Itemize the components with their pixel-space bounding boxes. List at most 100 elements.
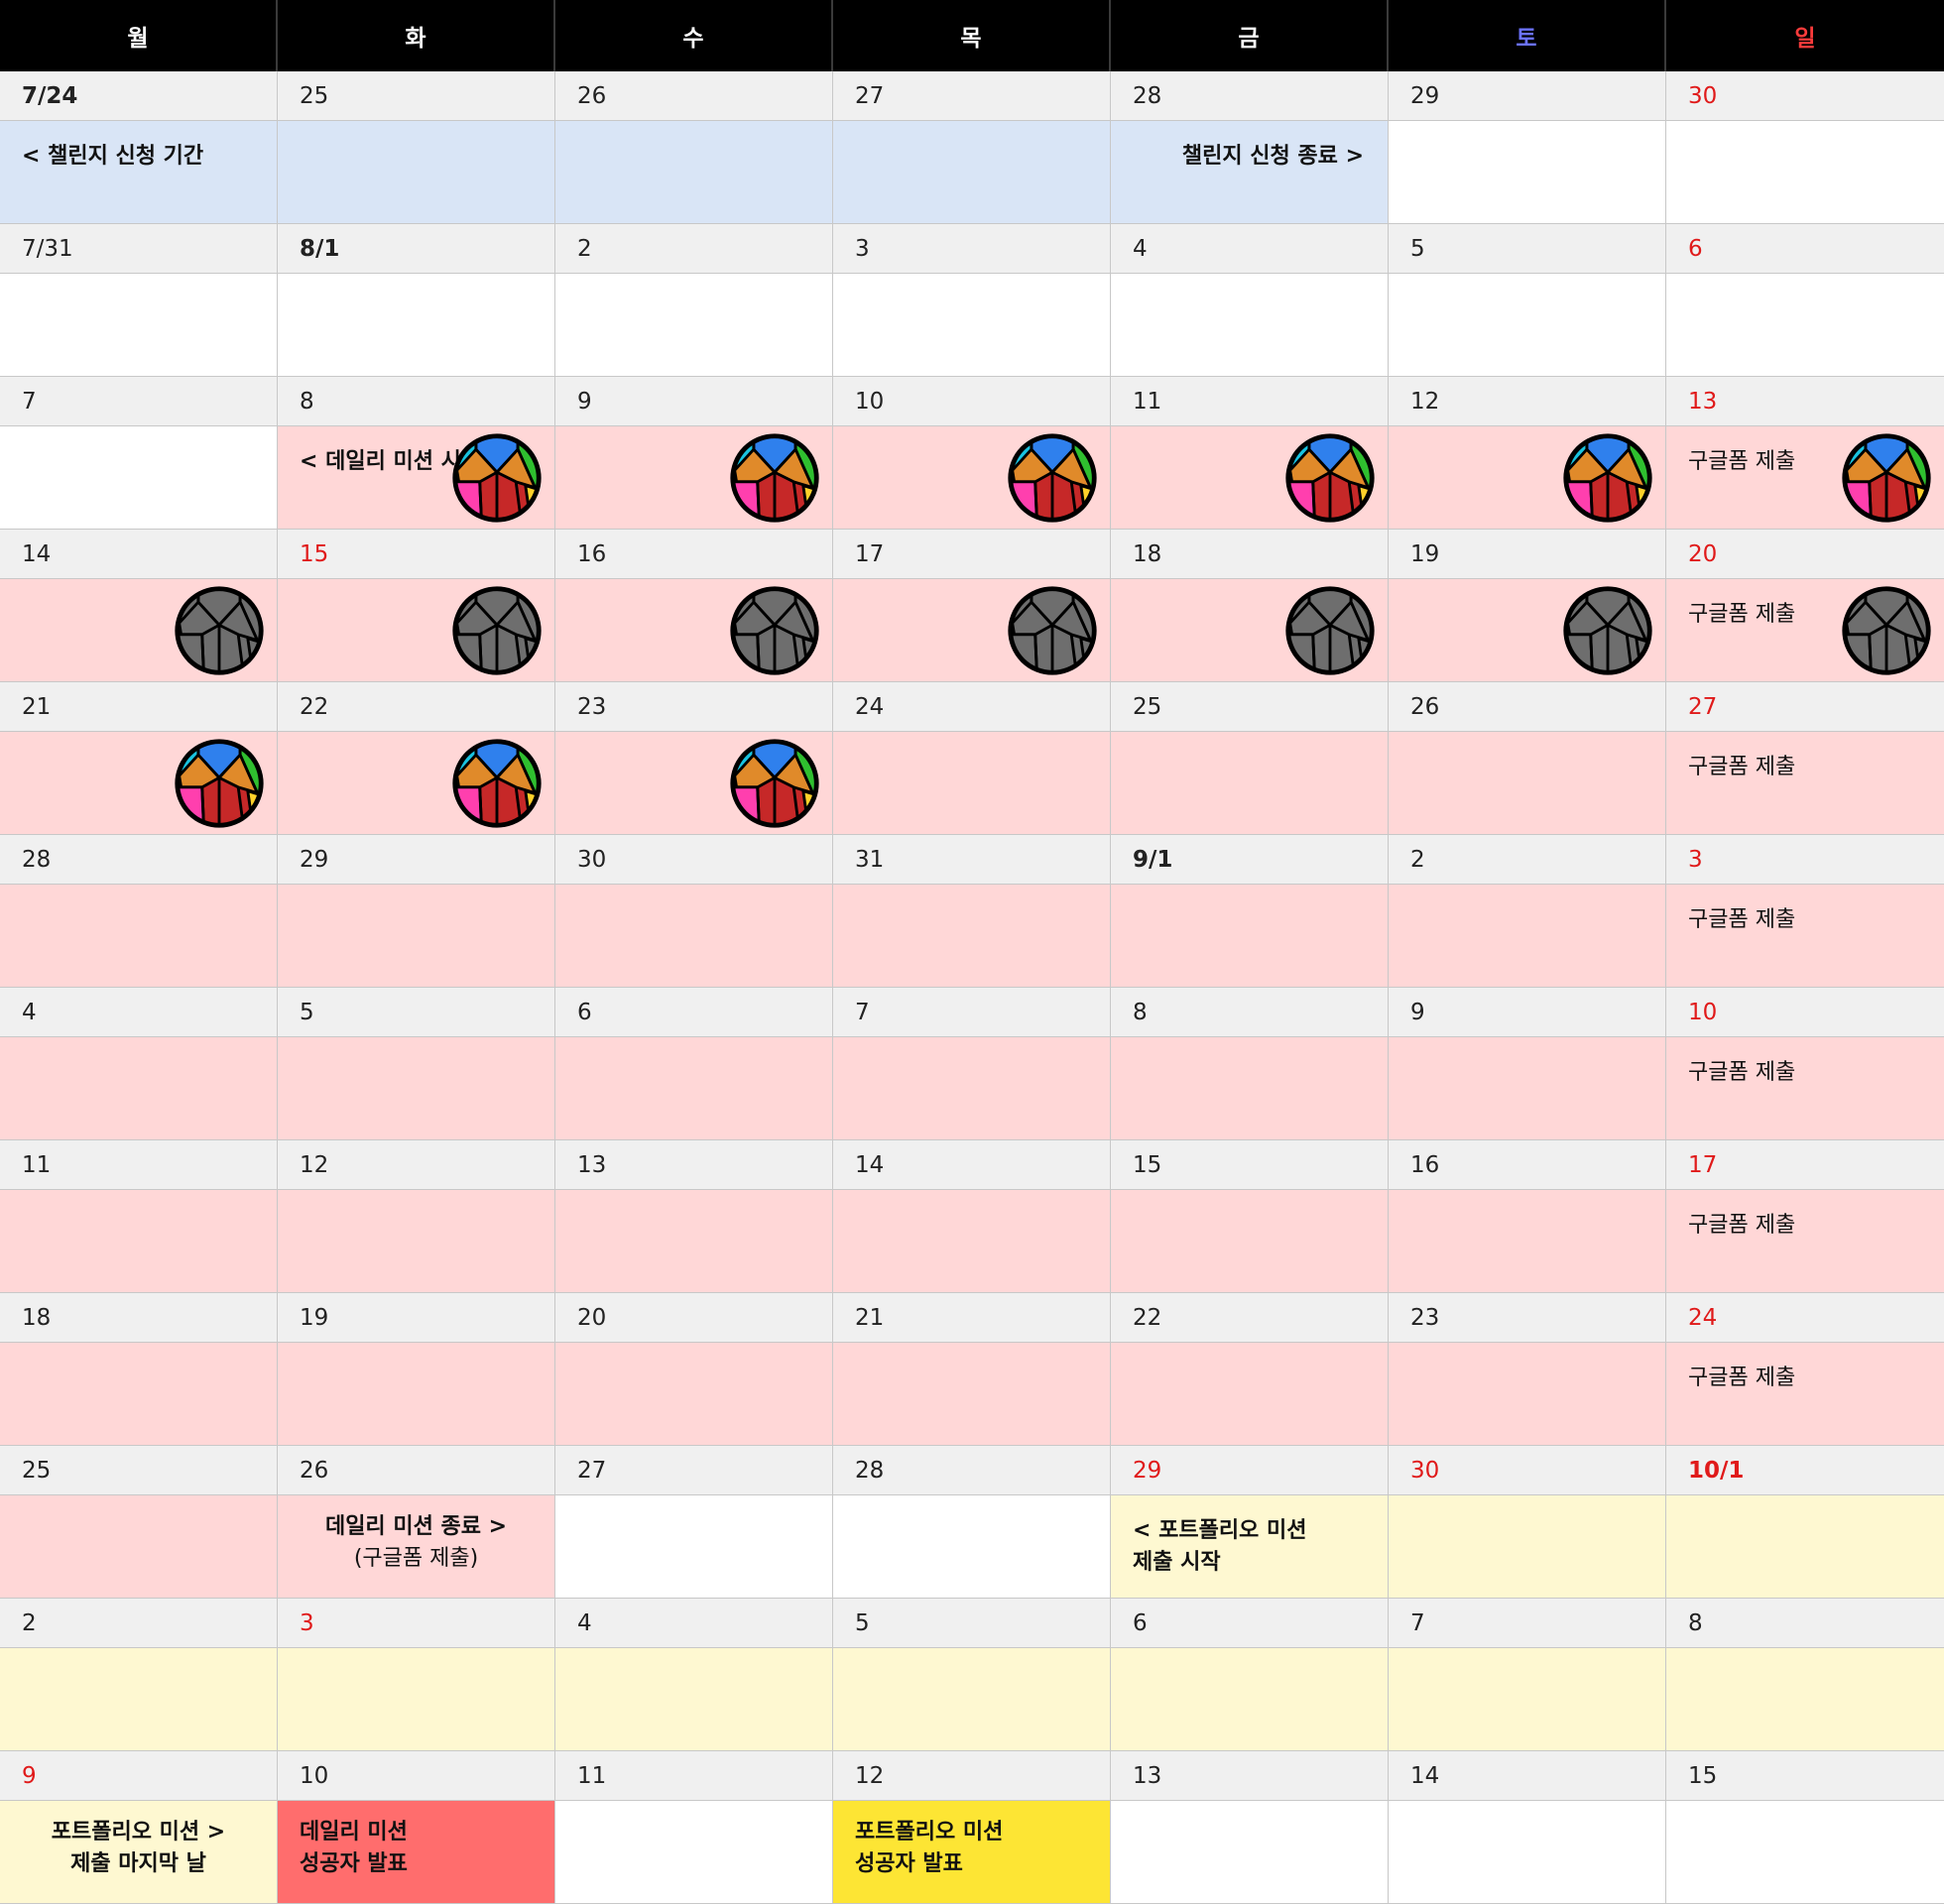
date-cell[interactable]: 2 [555,224,833,273]
date-cell[interactable]: 10 [833,377,1111,425]
date-cell[interactable]: 27 [555,1446,833,1494]
date-cell[interactable]: 5 [1389,224,1666,273]
date-cell[interactable]: 8 [1666,1599,1944,1647]
date-cell[interactable]: 2 [0,1599,278,1647]
date-cell[interactable]: 14 [0,530,278,578]
date-cell[interactable]: 23 [555,682,833,731]
event-cell[interactable] [278,1037,555,1139]
event-cell[interactable] [0,426,278,529]
event-cell[interactable] [555,1343,833,1445]
event-cell[interactable]: 구글폼 제출 [1666,885,1944,987]
event-cell[interactable] [1111,732,1389,834]
event-cell[interactable] [833,1648,1111,1750]
event-cell[interactable] [278,1190,555,1292]
date-cell[interactable]: 22 [1111,1293,1389,1342]
date-cell[interactable]: 16 [555,530,833,578]
date-cell[interactable]: 22 [278,682,555,731]
event-cell[interactable] [0,274,278,376]
date-cell[interactable]: 8 [278,377,555,425]
date-cell[interactable]: 11 [1111,377,1389,425]
event-cell[interactable] [555,1190,833,1292]
event-cell[interactable]: 구글폼 제출 [1666,1190,1944,1292]
event-cell[interactable] [1389,1190,1666,1292]
event-cell[interactable] [833,1190,1111,1292]
event-cell[interactable] [1389,1037,1666,1139]
date-cell[interactable]: 12 [1389,377,1666,425]
date-cell[interactable]: 4 [0,988,278,1036]
event-cell[interactable] [1389,885,1666,987]
event-cell[interactable]: 구글폼 제출 [1666,579,1944,681]
date-cell[interactable]: 7 [0,377,278,425]
event-cell[interactable] [833,732,1111,834]
event-cell[interactable] [1389,1343,1666,1445]
event-cell[interactable] [278,732,555,834]
date-cell[interactable]: 25 [1111,682,1389,731]
event-cell[interactable] [1111,1801,1389,1903]
date-cell[interactable]: 20 [1666,530,1944,578]
event-cell[interactable] [0,1343,278,1445]
event-cell[interactable] [555,1801,833,1903]
date-cell[interactable]: 10/1 [1666,1446,1944,1494]
event-cell[interactable] [278,1343,555,1445]
date-cell[interactable]: 7/24 [0,71,278,120]
date-cell[interactable]: 31 [833,835,1111,884]
event-cell[interactable] [278,1648,555,1750]
event-cell[interactable] [1389,1648,1666,1750]
event-cell[interactable] [1666,1495,1944,1598]
event-cell[interactable] [555,1495,833,1598]
event-cell[interactable] [1666,1648,1944,1750]
event-cell[interactable] [833,579,1111,681]
date-cell[interactable]: 13 [1666,377,1944,425]
event-cell[interactable] [0,1190,278,1292]
date-cell[interactable]: 5 [278,988,555,1036]
event-cell[interactable] [1111,1343,1389,1445]
date-cell[interactable]: 24 [1666,1293,1944,1342]
event-cell[interactable] [278,274,555,376]
event-cell[interactable] [1111,579,1389,681]
event-cell[interactable]: < 데일리 미션 시 [278,426,555,529]
date-cell[interactable]: 12 [833,1751,1111,1800]
date-cell[interactable]: 15 [1111,1140,1389,1189]
event-cell[interactable]: 포트폴리오 미션 > 제출 마지막 날 [0,1801,278,1903]
event-cell[interactable] [555,579,833,681]
event-cell[interactable] [833,1495,1111,1598]
event-cell[interactable]: 데일리 미션 종료 > (구글폼 제출) [278,1495,555,1598]
event-cell[interactable]: 구글폼 제출 [1666,1037,1944,1139]
date-cell[interactable]: 23 [1389,1293,1666,1342]
event-cell[interactable] [833,426,1111,529]
date-cell[interactable]: 14 [1389,1751,1666,1800]
date-cell[interactable]: 20 [555,1293,833,1342]
date-cell[interactable]: 21 [0,682,278,731]
date-cell[interactable]: 30 [1666,71,1944,120]
event-cell[interactable] [833,121,1111,223]
event-cell[interactable] [1389,426,1666,529]
date-cell[interactable]: 30 [1389,1446,1666,1494]
date-cell[interactable]: 17 [1666,1140,1944,1189]
date-cell[interactable]: 25 [0,1446,278,1494]
date-cell[interactable]: 24 [833,682,1111,731]
event-cell[interactable]: 데일리 미션 성공자 발표 [278,1801,555,1903]
date-cell[interactable]: 8 [1111,988,1389,1036]
date-cell[interactable]: 29 [1111,1446,1389,1494]
event-cell[interactable] [1111,426,1389,529]
event-cell[interactable] [278,121,555,223]
date-cell[interactable]: 6 [1111,1599,1389,1647]
event-cell[interactable]: 구글폼 제출 [1666,426,1944,529]
event-cell[interactable] [0,1648,278,1750]
event-cell[interactable] [0,579,278,681]
event-cell[interactable] [0,732,278,834]
event-cell[interactable] [1111,1648,1389,1750]
event-cell[interactable] [833,1037,1111,1139]
event-cell[interactable] [555,732,833,834]
event-cell[interactable]: 구글폼 제출 [1666,732,1944,834]
date-cell[interactable]: 9 [1389,988,1666,1036]
date-cell[interactable]: 28 [0,835,278,884]
date-cell[interactable]: 4 [1111,224,1389,273]
event-cell[interactable] [555,121,833,223]
date-cell[interactable]: 7/31 [0,224,278,273]
date-cell[interactable]: 26 [555,71,833,120]
date-cell[interactable]: 3 [833,224,1111,273]
date-cell[interactable]: 7 [833,988,1111,1036]
date-cell[interactable]: 11 [555,1751,833,1800]
event-cell[interactable] [1666,121,1944,223]
